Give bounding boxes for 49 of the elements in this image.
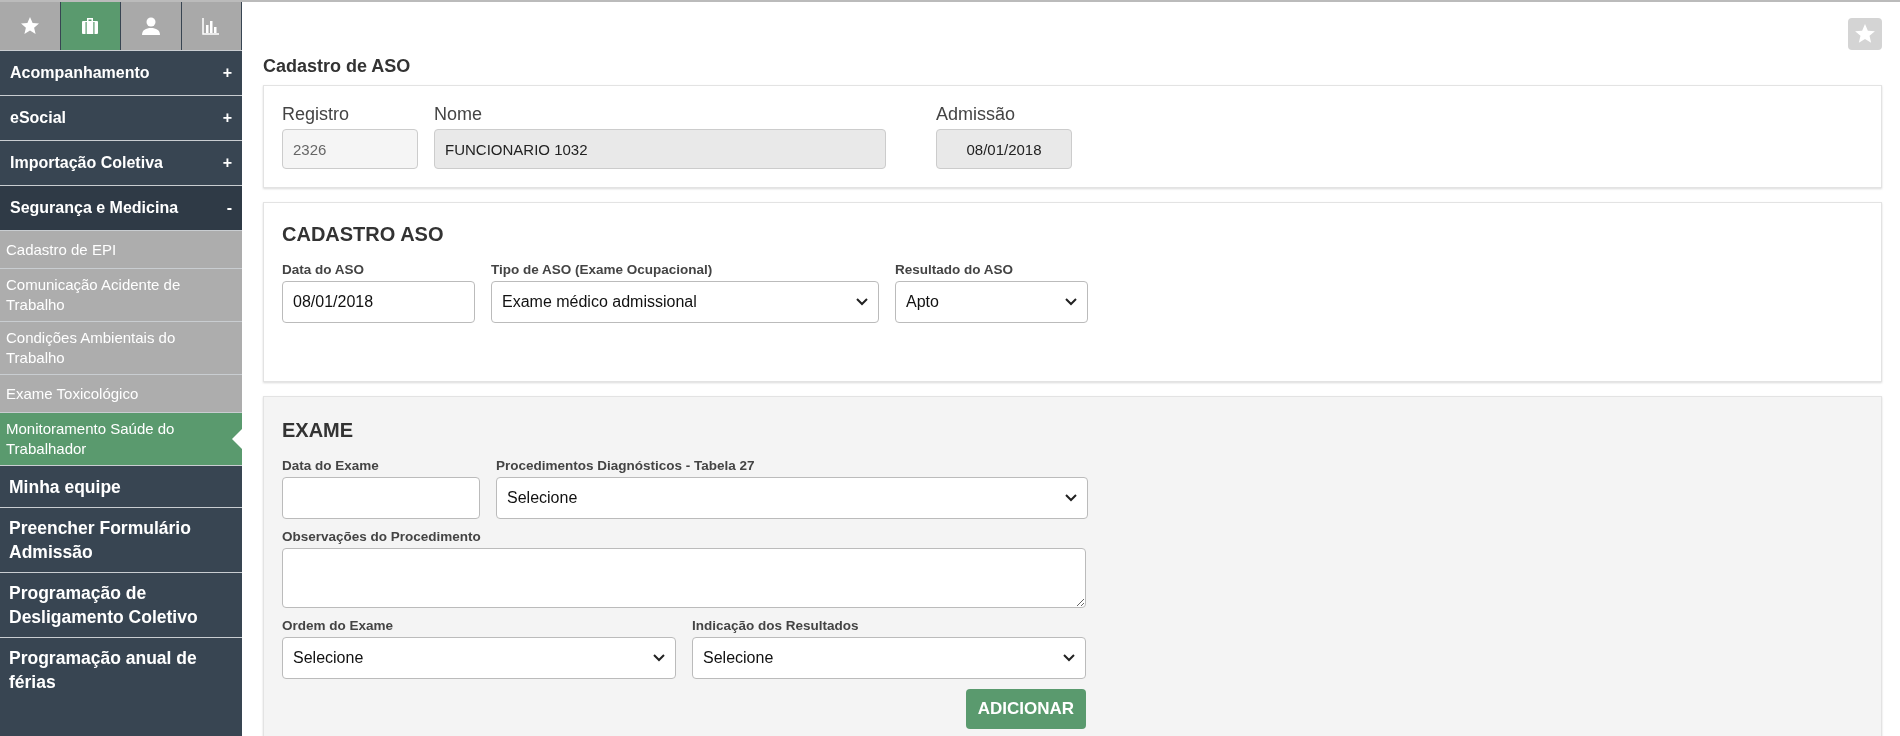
star-icon: [1854, 23, 1876, 45]
sidebar-tab[interactable]: [121, 2, 181, 50]
field-label: Data do ASO: [282, 262, 365, 277]
page-title: Cadastro de ASO: [263, 56, 411, 77]
field-label: Tipo de ASO (Exame Ocupacional): [491, 262, 714, 277]
chevron-down-icon: [1065, 494, 1077, 502]
chevron-down-icon: [1063, 654, 1075, 662]
bar-chart-icon: [201, 16, 222, 36]
select-field[interactable]: Selecione: [692, 637, 1086, 679]
select-field[interactable]: Selecione: [496, 477, 1088, 519]
select-field[interactable]: Apto: [895, 281, 1088, 323]
menu-section-label: Importação Coletiva: [10, 154, 163, 172]
menu-section-label: Acompanhamento: [10, 64, 150, 82]
sidebar-tab[interactable]: [60, 2, 120, 50]
notes-field[interactable]: [282, 548, 1086, 608]
briefcase-icon: [80, 16, 101, 36]
field-label: Registro: [282, 104, 351, 125]
toggle-sign: -: [226, 199, 232, 217]
person-icon: [140, 16, 161, 36]
field-label: Resultado do ASO: [895, 262, 1014, 277]
field-label: Procedimentos Diagnósticos - Tabela 27: [496, 458, 756, 473]
chevron-down-icon: [653, 654, 665, 662]
toggle-sign: +: [222, 64, 232, 82]
date-field[interactable]: 08/01/2018: [282, 281, 475, 323]
chevron-down-icon: [1065, 298, 1077, 306]
star-icon: [19, 16, 40, 36]
field-label: Data do Exame: [282, 458, 380, 473]
sidebar-tab[interactable]: [0, 2, 60, 50]
date-field[interactable]: [282, 477, 480, 519]
menu-section-label: Segurança e Medicina: [10, 199, 179, 217]
toggle-sign: +: [222, 109, 232, 127]
section-title: EXAME: [282, 419, 355, 442]
readonly-field: FUNCIONARIO 1032: [434, 129, 886, 169]
favorite-button[interactable]: [1848, 18, 1882, 50]
toggle-sign: +: [222, 154, 232, 172]
sidebar-tab[interactable]: [181, 2, 241, 50]
section-title: CADASTRO ASO: [282, 223, 445, 246]
menu-section-label: eSocial: [10, 109, 67, 127]
chevron-down-icon: [856, 298, 868, 306]
field-label: Observações do Procedimento: [282, 529, 482, 544]
field-label: Admissão: [936, 104, 1017, 125]
field-label: Indicação dos Resultados: [692, 618, 860, 633]
field-label: Nome: [434, 104, 483, 125]
field-label: Ordem do Exame: [282, 618, 395, 633]
select-field[interactable]: Exame médico admissional: [491, 281, 879, 323]
menu-section[interactable]: Segurança e Medicina -: [0, 185, 242, 230]
readonly-field: 2326: [282, 129, 418, 169]
select-field[interactable]: Selecione: [282, 637, 676, 679]
readonly-field: 08/01/2018: [936, 129, 1072, 169]
